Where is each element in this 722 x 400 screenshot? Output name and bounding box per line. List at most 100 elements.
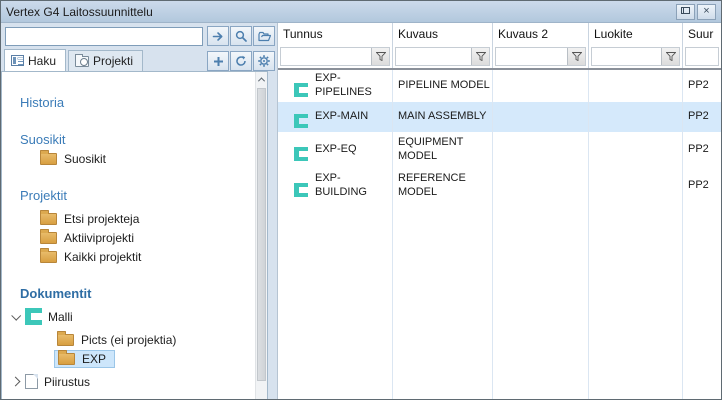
model-icon [294,83,308,97]
tree-section-suosikit[interactable]: Suosikit [2,129,255,149]
table-row-selected[interactable]: EXP-MAIN MAIN ASSEMBLY PP2 [278,102,721,132]
cell-kuvaus2 [493,148,589,152]
tree-item-label: EXP [82,352,106,366]
tree-item-suosikit[interactable]: Suosikit [2,149,255,168]
pin-icon [680,6,691,18]
table-row[interactable]: EXP-BUILDING REFERENCE MODEL PP2 [278,168,721,204]
tree-item-label: Etsi projekteja [64,212,139,226]
tree-item-kaikki-projektit[interactable]: Kaikki projektit [2,247,255,266]
tree-item-piirustus[interactable]: Piirustus [2,372,255,391]
cell-suur: PP2 [683,77,721,95]
cell-luokite [589,148,683,152]
open-folder-button[interactable] [253,26,275,46]
tree-item-picts[interactable]: Picts (ei projektia) [2,330,255,349]
drawing-page-icon [25,374,38,389]
scroll-up-button[interactable] [256,72,267,87]
table-row[interactable]: EXP-EQ EQUIPMENT MODEL PP2 [278,132,721,168]
scrollbar-thumb[interactable] [257,88,266,381]
table-row[interactable]: EXP-PIPELINES PIPELINE MODEL PP2 [278,70,721,102]
tree-item-exp[interactable]: EXP [2,349,255,368]
filter-button[interactable] [371,48,389,65]
settings-button[interactable] [253,51,275,71]
filter-input-kuvaus[interactable] [395,47,490,66]
pin-button[interactable] [676,4,695,20]
column-label: Luokite [594,27,633,41]
cell-tunnus: EXP-EQ [278,141,393,159]
search-button[interactable] [230,26,252,46]
cell-text: EXP-MAIN [315,110,368,122]
model-icon [294,114,308,128]
tree-scrollbar[interactable] [255,72,267,399]
chevron-down-icon[interactable] [11,311,21,321]
cell-text: EXP-EQ [315,143,357,155]
cell-luokite [589,84,683,88]
refresh-icon [235,55,247,67]
filter-button[interactable] [471,48,489,65]
go-arrow-icon [212,31,225,42]
projektit-label: Projektit [20,188,67,203]
cell-kuvaus: MAIN ASSEMBLY [393,108,493,126]
column-header-tunnus[interactable]: Tunnus [278,23,393,68]
tab-projekti-label: Projekti [93,54,133,68]
filter-funnel-icon [476,52,486,61]
suosikit-label: Suosikit [20,132,66,147]
tab-row: Haku Projekti [1,49,277,71]
add-button[interactable] [207,51,229,71]
search-list-icon [11,55,24,66]
filter-button[interactable] [567,48,585,65]
search-input[interactable] [5,27,203,46]
selected-node: EXP [54,350,115,368]
navigation-tree: Historia Suosikit Suosikit Projektit Ets… [1,71,268,399]
filter-funnel-icon [666,52,676,61]
add-plus-icon [213,56,224,67]
cell-text: EXP-PIPELINES [315,72,372,98]
vertex-g4-window: Vertex G4 Laitossuunnittelu × [0,0,722,400]
document-table-panel: Tunnus Kuvaus Kuvaus 2 Luokite [278,23,721,399]
column-label: Tunnus [283,27,323,41]
tab-haku-label: Haku [28,54,56,68]
cell-suur: PP2 [683,108,721,126]
tab-projekti[interactable]: Projekti [68,50,143,71]
filter-input-tunnus[interactable] [280,47,390,66]
close-button[interactable]: × [697,4,716,20]
model-icon [25,308,42,325]
project-folder-icon [75,56,89,67]
column-header-luokite[interactable]: Luokite [589,23,683,68]
table-header: Tunnus Kuvaus Kuvaus 2 Luokite [278,23,721,70]
filter-funnel-icon [572,52,582,61]
tree-item-malli[interactable]: Malli [2,307,255,326]
folder-icon [40,232,57,244]
search-icon [235,30,247,42]
tree-section-dokumentit[interactable]: Dokumentit [2,283,255,303]
column-header-suur[interactable]: Suur [683,23,721,68]
close-icon: × [703,6,709,17]
tree-section-historia[interactable]: Historia [2,92,255,112]
column-header-kuvaus[interactable]: Kuvaus [393,23,493,68]
cell-luokite [589,115,683,119]
model-icon [294,147,308,161]
folder-icon [57,334,74,346]
tree-section-projektit[interactable]: Projektit [2,185,255,205]
filter-funnel-icon [376,52,386,61]
filter-input-kuvaus2[interactable] [495,47,586,66]
filter-button[interactable] [661,48,679,65]
refresh-button[interactable] [230,51,252,71]
cell-suur: PP2 [683,177,721,195]
tree-item-etsi-projekteja[interactable]: Etsi projekteja [2,209,255,228]
tab-haku[interactable]: Haku [4,49,66,71]
filter-input-suur[interactable] [685,47,719,66]
cell-kuvaus: EQUIPMENT MODEL [393,134,493,166]
column-header-kuvaus2[interactable]: Kuvaus 2 [493,23,589,68]
titlebar[interactable]: Vertex G4 Laitossuunnittelu × [1,1,721,23]
folder-icon [40,251,57,263]
tree-item-aktiiviprojekti[interactable]: Aktiiviprojekti [2,228,255,247]
filter-input-luokite[interactable] [591,47,680,66]
cell-kuvaus: PIPELINE MODEL [393,77,493,95]
go-button[interactable] [207,26,229,46]
folder-icon [40,153,57,165]
scroll-up-icon [258,77,265,84]
column-label: Kuvaus 2 [498,27,548,41]
chevron-right-icon[interactable] [11,377,21,387]
tree-item-label: Picts (ei projektia) [81,333,176,347]
search-row [1,23,277,49]
